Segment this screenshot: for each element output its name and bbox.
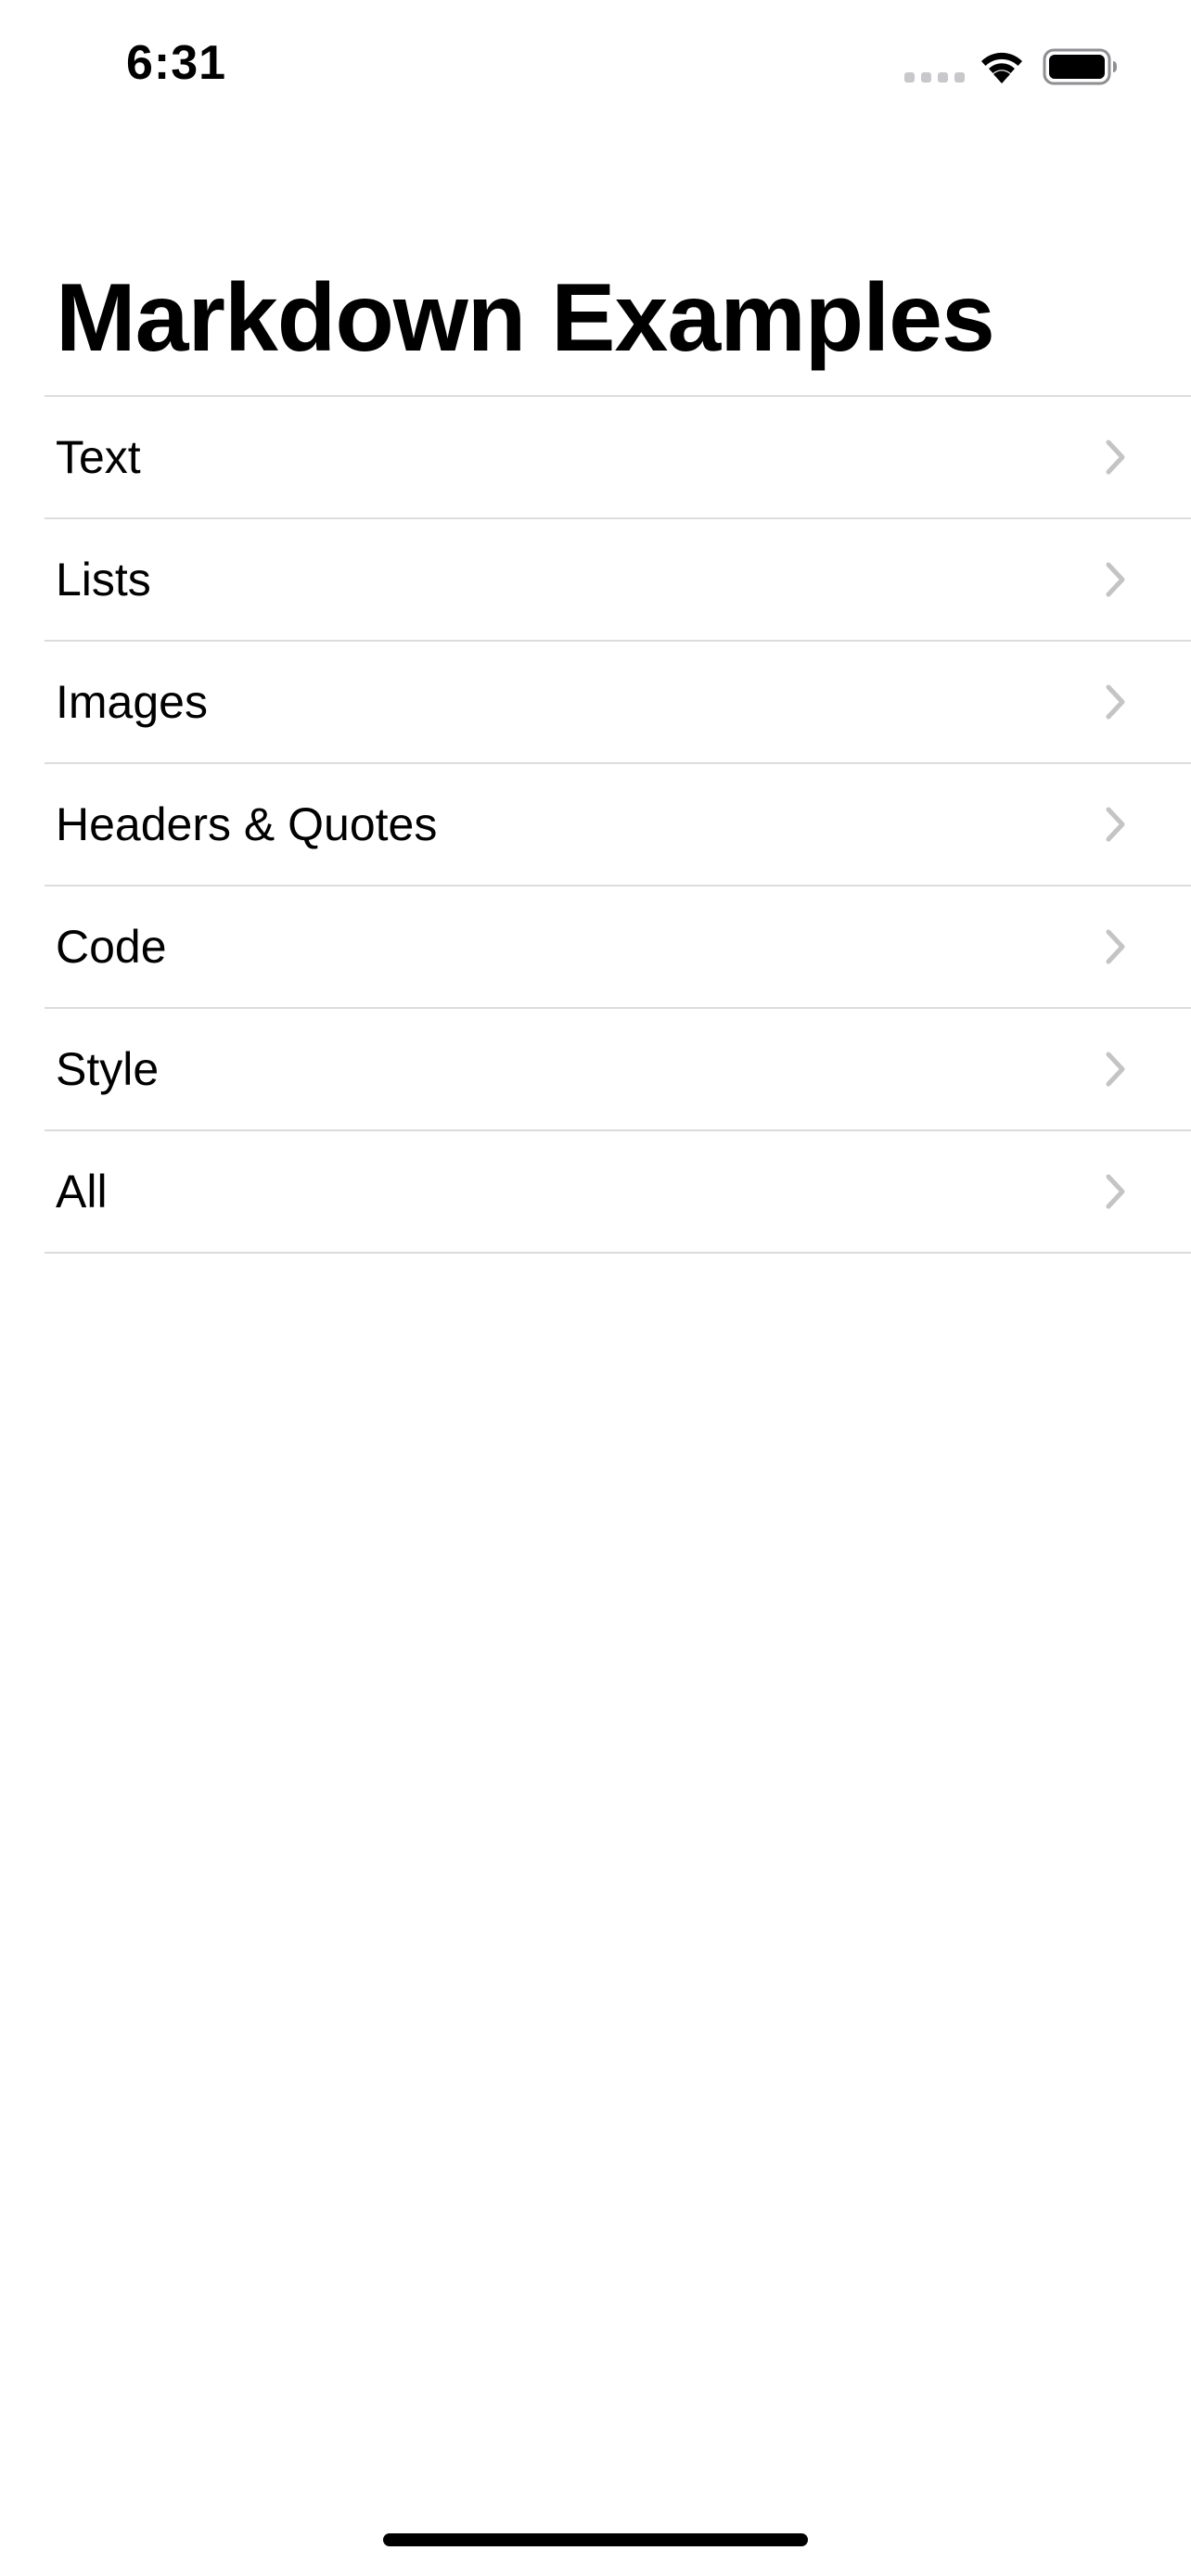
chevron-right-icon xyxy=(1106,562,1125,597)
list-item-label: Text xyxy=(56,431,141,483)
wifi-icon xyxy=(981,52,1022,83)
list-item-label: Style xyxy=(56,1043,160,1095)
battery-icon xyxy=(1043,48,1117,85)
page-title: Markdown Examples xyxy=(56,264,995,372)
chevron-right-icon xyxy=(1106,1174,1125,1209)
examples-list: Text Lists Images Headers & Quotes Code … xyxy=(45,395,1191,1254)
chevron-right-icon xyxy=(1106,929,1125,964)
list-item-lists[interactable]: Lists xyxy=(45,519,1191,642)
chevron-right-icon xyxy=(1106,684,1125,720)
chevron-right-icon xyxy=(1106,1052,1125,1087)
list-item-text[interactable]: Text xyxy=(45,397,1191,519)
list-item-headers-quotes[interactable]: Headers & Quotes xyxy=(45,764,1191,886)
list-item-label: Code xyxy=(56,921,167,973)
list-item-style[interactable]: Style xyxy=(45,1009,1191,1131)
list-item-label: Lists xyxy=(56,554,151,606)
list-item-label: Headers & Quotes xyxy=(56,798,438,850)
list-item-label: Images xyxy=(56,676,208,728)
list-item-code[interactable]: Code xyxy=(45,886,1191,1009)
status-time: 6:31 xyxy=(126,36,227,90)
list-item-all[interactable]: All xyxy=(45,1131,1191,1254)
list-item-images[interactable]: Images xyxy=(45,642,1191,764)
chevron-right-icon xyxy=(1106,807,1125,842)
cellular-signal-icon xyxy=(904,72,965,83)
home-indicator[interactable] xyxy=(383,2533,808,2546)
list-item-label: All xyxy=(56,1166,108,1218)
chevron-right-icon xyxy=(1106,440,1125,475)
status-bar: 6:31 xyxy=(0,0,1191,130)
